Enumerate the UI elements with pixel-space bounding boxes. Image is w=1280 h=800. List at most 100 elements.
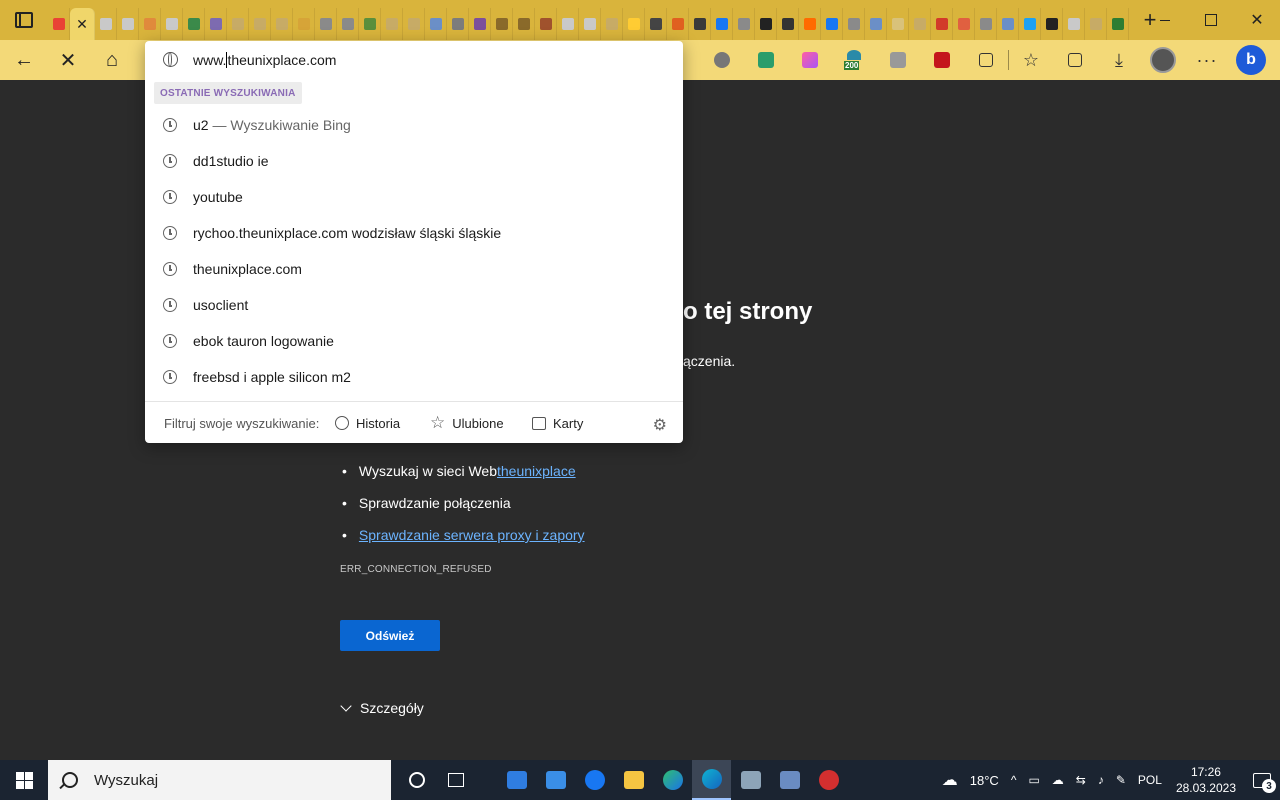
history-suggestion[interactable]: ebok tauron logowanie (145, 323, 683, 359)
browser-tab[interactable] (1041, 8, 1063, 40)
filter-tabs-button[interactable]: Karty (532, 416, 583, 431)
extension-code[interactable] (744, 40, 788, 80)
search-web-link[interactable]: theunixplace (497, 463, 576, 479)
browser-tab[interactable] (381, 8, 403, 40)
browser-tab[interactable] (117, 8, 139, 40)
address-input[interactable]: www.theunixplace.com (193, 52, 336, 68)
stop-loading-button[interactable]: ✕ (48, 40, 88, 80)
browser-tab[interactable] (535, 8, 557, 40)
close-window-button[interactable]: ✕ (1234, 0, 1280, 40)
browser-tab[interactable] (1019, 8, 1041, 40)
settings-menu-button[interactable]: ··· (1185, 40, 1229, 80)
browser-tab[interactable] (447, 8, 469, 40)
volume-icon[interactable]: ♪ (1098, 773, 1104, 787)
tab-actions-button[interactable] (0, 0, 48, 40)
extension-color[interactable] (788, 40, 832, 80)
downloads-button[interactable]: ⤓ (1097, 40, 1141, 80)
address-bar[interactable]: www.theunixplace.com (145, 41, 683, 79)
history-suggestion[interactable]: youtube (145, 179, 683, 215)
browser-tab[interactable] (205, 8, 227, 40)
browser-tab[interactable] (293, 8, 315, 40)
proxy-firewall-link[interactable]: Sprawdzanie serwera proxy i zapory (359, 527, 585, 543)
browser-tab[interactable] (469, 8, 491, 40)
filter-favorites-button[interactable]: ☆ Ulubione (430, 414, 504, 431)
browser-tab[interactable] (887, 8, 909, 40)
history-suggestion[interactable]: dd1studio ie (145, 143, 683, 179)
history-suggestion[interactable]: usoclient (145, 287, 683, 323)
browser-tab[interactable] (579, 8, 601, 40)
network-app[interactable] (770, 760, 809, 800)
browser-tab[interactable] (557, 8, 579, 40)
history-suggestion[interactable]: freebsd i apple silicon m2 (145, 359, 683, 395)
browser-tab[interactable] (183, 8, 205, 40)
browser-tab[interactable] (865, 8, 887, 40)
notification-center-button[interactable]: 3 (1244, 760, 1280, 800)
gear-icon[interactable]: ⚙ (653, 415, 667, 435)
browser-tab[interactable] (491, 8, 513, 40)
edge-beta-app[interactable] (653, 760, 692, 800)
profile-button[interactable] (1141, 40, 1185, 80)
browser-tab[interactable] (425, 8, 447, 40)
language-indicator[interactable]: POL (1138, 773, 1162, 787)
browser-tab[interactable] (843, 8, 865, 40)
maximize-button[interactable] (1188, 0, 1234, 40)
browser-tab[interactable] (1107, 8, 1129, 40)
browser-tab[interactable] (689, 8, 711, 40)
browser-tab[interactable] (777, 8, 799, 40)
browser-tab[interactable] (821, 8, 843, 40)
edge-app[interactable] (692, 760, 731, 800)
history-suggestion[interactable]: rychoo.theunixplace.com wodzisław śląski… (145, 215, 683, 251)
browser-tab[interactable] (403, 8, 425, 40)
history-suggestion[interactable]: u2 — Wyszukiwanie Bing (145, 107, 683, 143)
browser-tab[interactable] (315, 8, 337, 40)
extension-gear[interactable] (700, 40, 744, 80)
store-app[interactable] (497, 760, 536, 800)
browser-tab[interactable] (975, 8, 997, 40)
browser-tab[interactable] (667, 8, 689, 40)
home-button[interactable]: ⌂ (92, 40, 132, 80)
browser-tab[interactable] (601, 8, 623, 40)
browser-tab[interactable] (755, 8, 777, 40)
cortana-button[interactable] (397, 760, 436, 800)
active-tab[interactable]: ✕ (70, 8, 95, 40)
extensions-button[interactable] (964, 40, 1008, 80)
browser-tab[interactable] (249, 8, 271, 40)
browser-tab[interactable] (359, 8, 381, 40)
explorer-app[interactable] (614, 760, 653, 800)
bing-button[interactable]: b (1229, 40, 1273, 80)
browser-tab[interactable] (271, 8, 293, 40)
browser-tab[interactable] (95, 8, 117, 40)
history-suggestion[interactable]: theunixplace.com (145, 251, 683, 287)
browser-tab[interactable] (623, 8, 645, 40)
red-app[interactable] (809, 760, 848, 800)
browser-tab[interactable] (909, 8, 931, 40)
back-button[interactable]: ← (4, 40, 44, 80)
browser-tab[interactable] (953, 8, 975, 40)
weather-temp[interactable]: 18°C (970, 773, 999, 788)
browser-tab[interactable] (337, 8, 359, 40)
browser-tab[interactable] (139, 8, 161, 40)
network-status-icon[interactable]: ⇆ (1076, 773, 1086, 787)
meet-icon[interactable]: ▭ (1028, 773, 1039, 787)
chevron-up-icon[interactable]: ^ (1011, 773, 1017, 787)
browser-tab[interactable] (1085, 8, 1107, 40)
minimize-button[interactable] (1142, 0, 1188, 40)
collections-button[interactable] (1053, 40, 1097, 80)
browser-tab[interactable] (931, 8, 953, 40)
browser-tab[interactable] (513, 8, 535, 40)
taskbar-search[interactable]: Wyszukaj (48, 760, 391, 800)
details-toggle[interactable]: Szczegóły (340, 700, 424, 716)
browser-tab[interactable] (711, 8, 733, 40)
onedrive-icon[interactable]: ☁ (1052, 773, 1064, 787)
refresh-button[interactable]: Odśwież (340, 620, 440, 651)
browser-tab[interactable] (161, 8, 183, 40)
browser-tab[interactable] (645, 8, 667, 40)
browser-tab[interactable] (799, 8, 821, 40)
task-view-button[interactable] (436, 760, 475, 800)
extension-200[interactable]: 200 (832, 40, 876, 80)
favorites-button[interactable]: ☆ (1009, 40, 1053, 80)
start-button[interactable] (0, 760, 48, 800)
browser-tab[interactable] (1063, 8, 1085, 40)
browser-tab[interactable] (733, 8, 755, 40)
close-icon[interactable]: ✕ (76, 16, 88, 33)
